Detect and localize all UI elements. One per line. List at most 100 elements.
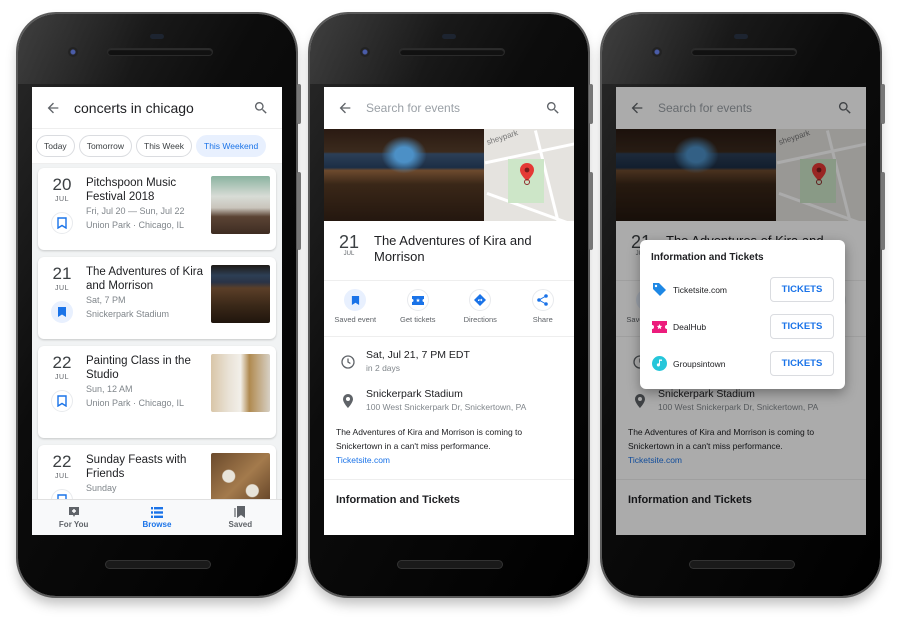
share-icon bbox=[537, 294, 549, 306]
event-when: Sat, 7 PM bbox=[86, 295, 126, 305]
ticketsite-link[interactable]: Ticketsite.com bbox=[336, 453, 562, 467]
ticket-icon bbox=[411, 295, 424, 305]
event-title: The Adventures of Kira and Morrison bbox=[374, 233, 532, 264]
search-input[interactable]: concerts in chicago bbox=[74, 100, 252, 116]
search-bar: concerts in chicago bbox=[32, 87, 282, 129]
event-when: Sun, 12 AM bbox=[86, 384, 133, 394]
share-action[interactable]: Share bbox=[512, 289, 575, 336]
directions-action[interactable]: Directions bbox=[449, 289, 512, 336]
get-tickets-action[interactable]: Get tickets bbox=[387, 289, 450, 336]
event-relative-time: in 2 days bbox=[366, 363, 401, 373]
event-header: 21 JUL The Adventures of Kira and Morris… bbox=[324, 221, 574, 281]
date-filter-chips: Today Tomorrow This Week This Weekend bbox=[32, 129, 282, 164]
event-day: 20 bbox=[52, 175, 72, 194]
event-where: Snickerpark Stadium bbox=[86, 309, 170, 319]
event-photo bbox=[324, 129, 484, 221]
action-label: Share bbox=[532, 315, 553, 324]
bookmark-filled-icon bbox=[57, 306, 67, 318]
venue-row: Snickerpark Stadium 100 West Snickerpark… bbox=[324, 374, 574, 413]
action-label: Get tickets bbox=[400, 315, 436, 324]
for-you-icon bbox=[68, 506, 80, 520]
provider-row: Ticketsite.com TICKETS bbox=[651, 271, 834, 308]
search-icon[interactable] bbox=[544, 99, 562, 117]
datetime-row: Sat, Jul 21, 7 PM EDT in 2 days bbox=[324, 337, 574, 374]
dialog-title: Information and Tickets bbox=[651, 252, 764, 263]
event-hero: sheypark bbox=[324, 129, 574, 221]
bookmark-filled-icon bbox=[351, 295, 360, 306]
description-text: The Adventures of Kira and Morrison is c… bbox=[336, 427, 523, 451]
tickets-button-groupsintown[interactable]: TICKETS bbox=[770, 351, 834, 376]
bottom-navigation: For You Browse Saved bbox=[32, 499, 282, 535]
event-where: Union Park · Chicago, IL bbox=[86, 220, 185, 230]
event-title: Pitchspoon Music Festival 2018 bbox=[86, 177, 177, 203]
earpiece-speaker bbox=[108, 49, 212, 55]
clock-icon bbox=[336, 349, 360, 374]
saved-icon bbox=[234, 506, 246, 520]
saved-event-button[interactable] bbox=[51, 301, 73, 323]
music-note-icon bbox=[651, 356, 667, 372]
nav-label: For You bbox=[58, 520, 89, 529]
phone-details: Search for events sheypark 21 JUL The Ad… bbox=[310, 14, 593, 596]
proximity-sensor bbox=[442, 34, 456, 39]
nav-browse[interactable]: Browse bbox=[115, 500, 198, 535]
nav-label: Saved bbox=[228, 520, 253, 529]
chip-today[interactable]: Today bbox=[36, 135, 75, 157]
tickets-button-dealhub[interactable]: TICKETS bbox=[770, 314, 834, 339]
event-title: The Adventures of Kira and Morrison bbox=[86, 266, 203, 292]
provider-name: DealHub bbox=[673, 321, 707, 332]
event-actions: Saved event Get tickets Directions Share bbox=[324, 281, 574, 337]
save-event-button[interactable] bbox=[51, 390, 73, 412]
event-month: JUL bbox=[55, 473, 69, 480]
search-input[interactable]: Search for events bbox=[366, 101, 544, 115]
venue-address: 100 West Snickerpark Dr, Snickertown, PA bbox=[366, 402, 527, 412]
chip-this-weekend[interactable]: This Weekend bbox=[196, 135, 267, 157]
back-arrow-icon[interactable] bbox=[336, 99, 354, 117]
save-event-button[interactable] bbox=[51, 212, 73, 234]
phone-tickets-dialog: Search for events sheypark 21 JUL bbox=[602, 14, 885, 596]
list-icon bbox=[150, 506, 163, 520]
event-datetime: Sat, Jul 21, 7 PM EDT bbox=[366, 349, 470, 361]
info-tickets-heading: Information and Tickets bbox=[336, 494, 460, 506]
event-month: JUL bbox=[55, 196, 69, 203]
action-label: Saved event bbox=[334, 315, 377, 324]
event-day: 21 bbox=[52, 264, 72, 283]
provider-row: DealHub TICKETS bbox=[651, 308, 834, 345]
event-month: JUL bbox=[55, 374, 69, 381]
event-title: Sunday Feasts with Friends bbox=[86, 454, 187, 480]
bottom-speaker bbox=[398, 561, 502, 568]
back-arrow-icon[interactable] bbox=[44, 99, 62, 117]
location-pin-icon bbox=[336, 388, 360, 413]
provider-name: Ticketsite.com bbox=[673, 284, 728, 295]
event-detail-screen: Search for events sheypark 21 JUL The Ad… bbox=[324, 87, 574, 535]
bottom-speaker bbox=[690, 561, 794, 568]
power-button bbox=[881, 84, 885, 124]
search-bar: Search for events bbox=[324, 87, 574, 129]
event-card[interactable]: 20 JUL Pitchspoon Music Festival 2018 Fr… bbox=[38, 168, 276, 250]
nav-saved[interactable]: Saved bbox=[199, 500, 282, 535]
tag-icon bbox=[651, 282, 667, 298]
search-icon[interactable] bbox=[252, 99, 270, 117]
event-map[interactable]: sheypark bbox=[484, 129, 574, 221]
earpiece-speaker bbox=[692, 49, 796, 55]
event-description: The Adventures of Kira and Morrison is c… bbox=[324, 413, 574, 467]
chip-this-week[interactable]: This Week bbox=[136, 135, 192, 157]
nav-label: Browse bbox=[142, 519, 172, 529]
tickets-button-ticketsite[interactable]: TICKETS bbox=[770, 277, 834, 302]
directions-icon bbox=[474, 294, 487, 306]
action-label: Directions bbox=[463, 315, 497, 324]
event-thumbnail bbox=[211, 176, 270, 234]
event-card[interactable]: 21 JUL The Adventures of Kira and Morris… bbox=[38, 257, 276, 339]
event-card[interactable]: 22 JUL Painting Class in the Studio Sun,… bbox=[38, 346, 276, 438]
event-title: Painting Class in the Studio bbox=[86, 355, 191, 381]
map-pin-icon bbox=[520, 163, 534, 190]
phone-browse: concerts in chicago Today Tomorrow This … bbox=[18, 14, 301, 596]
event-day: 21 bbox=[338, 232, 360, 252]
browse-screen: concerts in chicago Today Tomorrow This … bbox=[32, 87, 282, 535]
volume-button bbox=[297, 172, 301, 250]
nav-for-you[interactable]: For You bbox=[32, 500, 115, 535]
chip-tomorrow[interactable]: Tomorrow bbox=[78, 135, 132, 157]
provider-name: Groupsintown bbox=[673, 358, 726, 369]
front-camera bbox=[652, 47, 662, 57]
front-camera bbox=[68, 47, 78, 57]
saved-event-action[interactable]: Saved event bbox=[324, 289, 387, 336]
